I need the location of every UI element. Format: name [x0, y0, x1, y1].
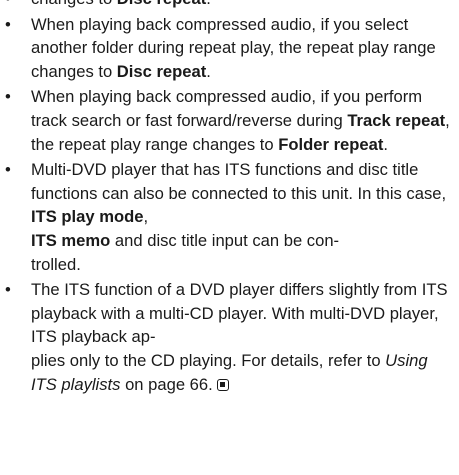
end-of-section-icon — [216, 378, 229, 391]
bold-term: Folder repeat — [278, 134, 384, 154]
body-text: . — [206, 0, 211, 8]
body-text: . — [206, 61, 211, 81]
bullet-dot: • — [5, 14, 11, 34]
bullet-dot: • — [5, 0, 11, 11]
bullet-item: • Multi-DVD player that has ITS functions… — [0, 158, 459, 276]
body-text: and disc title input can be con- — [110, 230, 340, 250]
body-text: trolled. — [31, 254, 81, 274]
bullet-list: •changes to Disc repeat.•When playing ba… — [0, 0, 459, 396]
bold-term: Disc repeat — [117, 0, 206, 8]
bullet-item: • When playing back compressed audio, if … — [0, 85, 459, 156]
body-text: Multi-DVD player that has ITS functions … — [31, 160, 447, 203]
bold-term: Track repeat — [347, 110, 446, 130]
bold-term: ITS play mode — [31, 207, 144, 227]
bold-term: Disc repeat — [116, 61, 207, 81]
bullet-item: • The ITS function of a DVD player differ… — [0, 278, 459, 396]
document-page: •changes to Disc repeat.•When playing ba… — [0, 0, 459, 398]
body-text: , — [143, 207, 149, 227]
bullet-item: • changes to Disc repeat. — [0, 0, 459, 11]
body-text: When playing back compressed audio, if y… — [31, 14, 436, 81]
bullet-dot: • — [5, 87, 11, 107]
body-text: The ITS function of a DVD player differs… — [31, 280, 448, 347]
body-text: . — [383, 134, 388, 154]
body-text: plies only to the CD playing. For detail… — [31, 350, 386, 370]
bold-term: ITS memo — [31, 230, 111, 250]
body-text: on page 66. — [120, 374, 213, 394]
body-text: changes to — [31, 0, 117, 8]
bullet-item: • When playing back compressed audio, if … — [0, 13, 459, 84]
bullet-dot: • — [5, 160, 11, 180]
bullet-dot: • — [5, 280, 11, 300]
